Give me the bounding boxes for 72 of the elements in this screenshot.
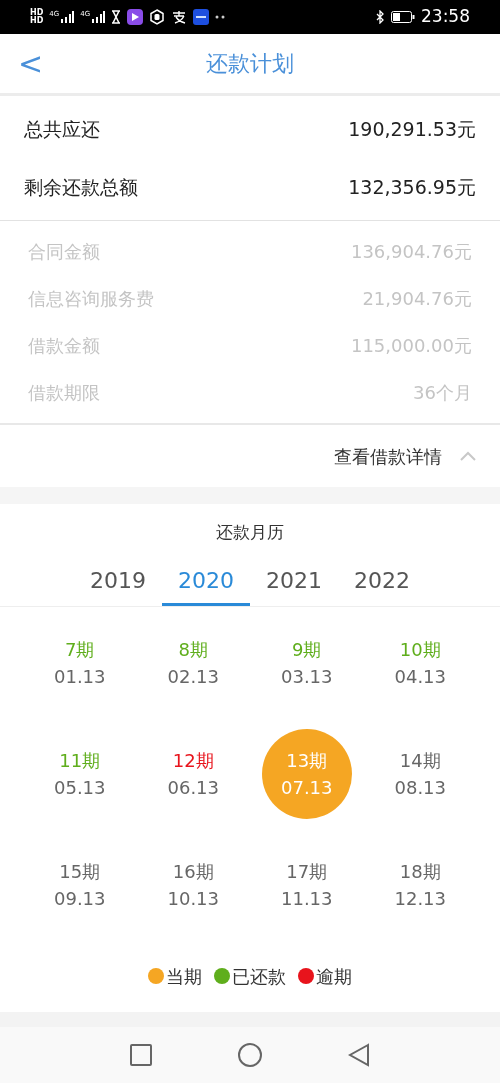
back-nav-button[interactable] (348, 1043, 370, 1067)
period-date: 11.13 (281, 886, 333, 911)
period-number: 10期 (399, 637, 441, 662)
period-number: 17期 (286, 859, 328, 884)
detail-value: 115,000.00元 (350, 334, 472, 358)
year-tab[interactable]: 2020 (162, 557, 250, 606)
period-cell[interactable]: 9期 03.13 (261, 617, 352, 708)
period-cell[interactable]: 8期 02.13 (148, 617, 239, 708)
summary-value: 132,356.95元 (348, 174, 476, 200)
period-date: 05.13 (54, 775, 106, 800)
period-number: 16期 (172, 859, 214, 884)
summary-label: 总共应还 (24, 116, 100, 142)
calendar-title: 还款月历 (216, 520, 284, 544)
year-tab[interactable]: 2021 (250, 557, 338, 606)
period-cell[interactable]: 17期 11.13 (261, 839, 352, 930)
legend-label: 当期 (166, 964, 202, 989)
page-title: 还款计划 (206, 50, 294, 78)
summary-value: 190,291.53元 (348, 116, 476, 142)
signal-icon (60, 11, 75, 23)
period-date: 10.13 (167, 886, 219, 911)
period-date: 03.13 (281, 664, 333, 689)
signal-icon (91, 11, 106, 23)
bluetooth-icon (375, 10, 385, 24)
period-cell[interactable]: 14期 08.13 (375, 728, 466, 819)
period-number: 11期 (59, 748, 101, 773)
clock-time: 23:58 (421, 5, 470, 29)
battery-icon (391, 11, 415, 23)
home-button[interactable] (238, 1043, 262, 1067)
summary-label: 剩余还款总额 (24, 174, 138, 200)
period-date: 12.13 (394, 886, 446, 911)
back-button[interactable]: < (18, 48, 44, 79)
detail-label: 合同金额 (28, 240, 100, 264)
detail-label: 借款金额 (28, 334, 100, 358)
period-date: 09.13 (54, 886, 106, 911)
period-number: 13期 (286, 748, 328, 773)
period-cell[interactable]: 15期 09.13 (34, 839, 125, 930)
legend-label: 已还款 (232, 964, 286, 989)
play-app-icon (127, 9, 144, 25)
period-number: 9期 (292, 637, 322, 662)
period-cell[interactable]: 7期 01.13 (34, 617, 125, 708)
period-number: 12期 (172, 748, 214, 773)
sim-label: HD (30, 9, 44, 17)
period-cell[interactable]: 11期 05.13 (34, 728, 125, 819)
period-date: 01.13 (54, 664, 106, 689)
more-notifications-icon (215, 15, 226, 19)
detail-value: 36个月 (413, 381, 472, 405)
legend-label: 逾期 (316, 964, 352, 989)
period-date: 04.13 (394, 664, 446, 689)
period-cell[interactable]: 10期 04.13 (375, 617, 466, 708)
detail-value: 136,904.76元 (350, 240, 472, 264)
period-cell[interactable]: 12期 06.13 (148, 728, 239, 819)
app-icon (193, 9, 210, 25)
period-number: 7期 (65, 637, 95, 662)
hourglass-icon (111, 10, 122, 24)
period-cell[interactable]: 16期 10.13 (148, 839, 239, 930)
period-date: 07.13 (281, 775, 333, 800)
detail-value: 21,904.76元 (362, 287, 472, 311)
year-tab[interactable]: 2019 (74, 557, 162, 606)
sim-label: HD (30, 17, 44, 25)
period-number: 14期 (399, 748, 441, 773)
period-cell[interactable]: 18期 12.13 (375, 839, 466, 930)
detail-label: 借款期限 (28, 381, 100, 405)
period-number: 15期 (59, 859, 101, 884)
period-date: 08.13 (394, 775, 446, 800)
year-tab[interactable]: 2022 (338, 557, 426, 606)
period-date: 06.13 (167, 775, 219, 800)
recents-button[interactable] (130, 1044, 152, 1066)
period-number: 8期 (178, 637, 208, 662)
period-number: 18期 (399, 859, 441, 884)
period-date: 02.13 (167, 664, 219, 689)
detail-label: 信息咨询服务费 (28, 287, 154, 311)
loan-details-toggle[interactable]: 查看借款详情 (0, 425, 500, 487)
